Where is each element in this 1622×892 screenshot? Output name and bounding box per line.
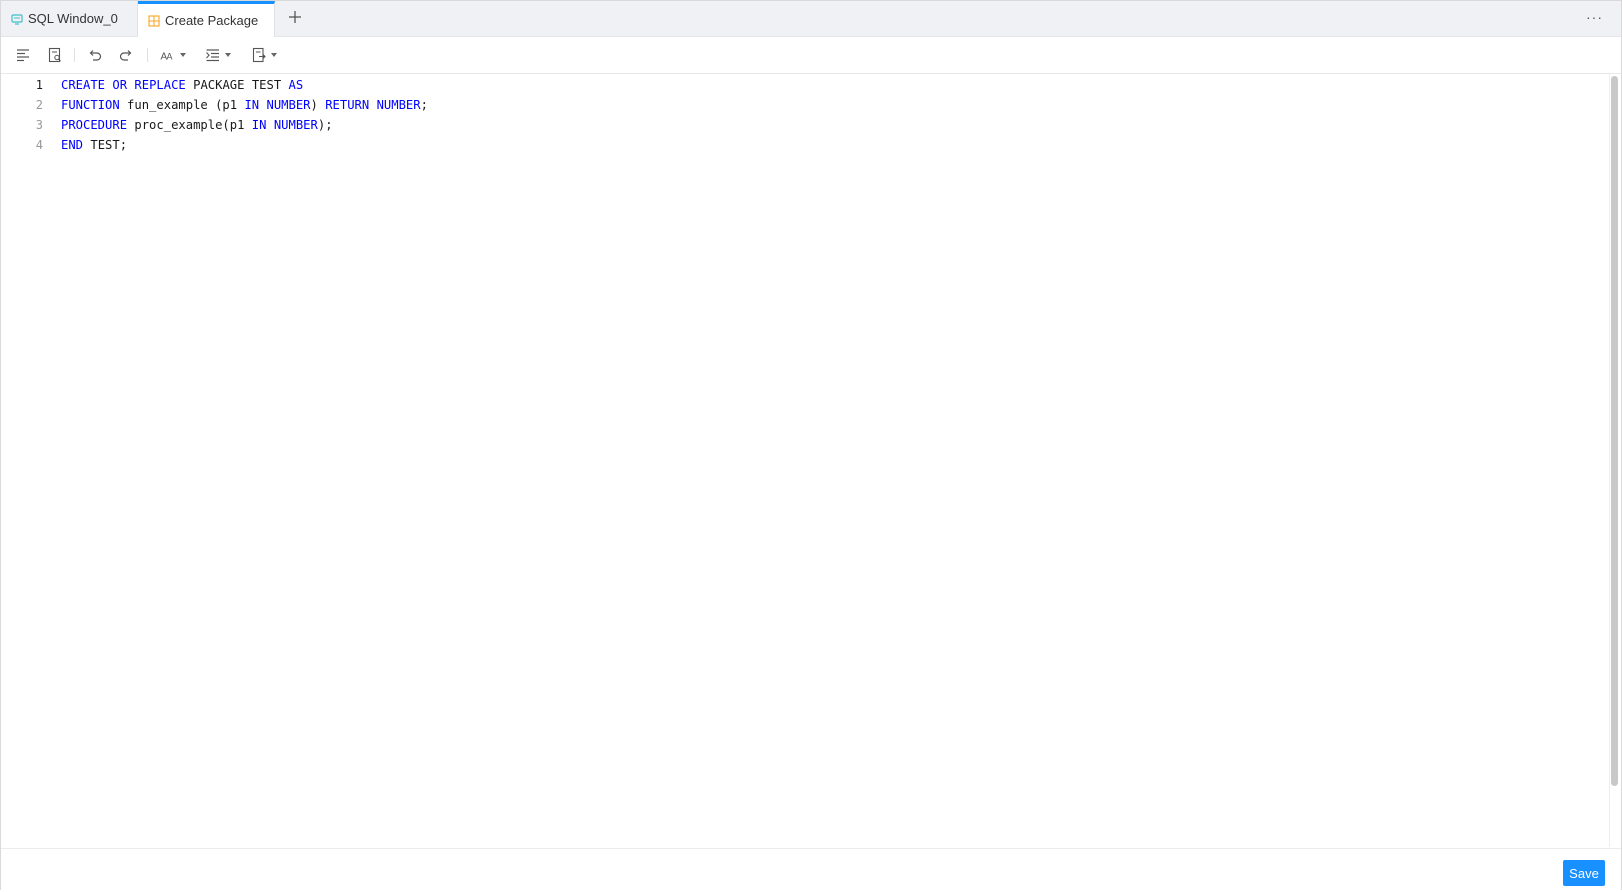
more-options-button[interactable]: ··· (1586, 9, 1603, 25)
editor-toolbar: AA (1, 37, 1621, 74)
save-button[interactable]: Save (1563, 860, 1605, 886)
indent-dropdown[interactable] (205, 45, 231, 65)
app-frame: SQL Window_0 Create Package ··· AA 1 CRE… (0, 0, 1622, 892)
tab-bar: SQL Window_0 Create Package ··· (1, 1, 1621, 37)
code-token: fun_example (p1 (119, 98, 245, 112)
redo-icon (119, 50, 132, 61)
find-button[interactable] (47, 45, 63, 65)
code-editor[interactable]: 1 CREATE OR REPLACE PACKAGE TEST AS 2 FUNCT… (1, 74, 1621, 847)
tab-create-package[interactable]: Create Package (138, 1, 275, 37)
format-icon (17, 49, 29, 62)
chevron-down-icon (225, 53, 231, 57)
tab-label: SQL Window_0 (28, 11, 118, 26)
svg-text:A: A (167, 52, 173, 62)
sql-keyword: NUMBER (266, 98, 311, 112)
code-token: PACKAGE TEST (185, 78, 289, 92)
font-case-icon: AA (161, 52, 173, 63)
toolbar-divider (74, 48, 75, 62)
code-token: TEST; (83, 138, 128, 152)
code-text: FUNCTION fun_example (p1 IN NUMBER) RETU… (61, 98, 428, 112)
code-line[interactable]: 4 END TEST; (1, 135, 127, 155)
line-number: 4 (35, 138, 43, 152)
sql-keyword: AS (288, 78, 304, 92)
sql-keyword: END (61, 138, 84, 152)
chevron-down-icon (180, 53, 186, 57)
code-line[interactable]: 1 CREATE OR REPLACE PACKAGE TEST AS (1, 75, 303, 95)
sql-keyword: IN (244, 98, 260, 112)
editor-footer: Save (1, 848, 1621, 892)
sql-keyword: OR (112, 78, 128, 92)
line-number: 2 (35, 98, 43, 112)
export-dropdown[interactable] (251, 45, 277, 65)
code-line[interactable]: 3 PROCEDURE proc_example(p1 IN NUMBER); (1, 115, 333, 135)
line-number: 1 (35, 78, 43, 92)
redo-button[interactable] (118, 45, 134, 65)
undo-button[interactable] (87, 45, 103, 65)
code-text: PROCEDURE proc_example(p1 IN NUMBER); (61, 118, 333, 132)
chevron-down-icon (271, 53, 277, 57)
sql-keyword: PROCEDURE (61, 118, 128, 132)
indent-icon (206, 49, 219, 62)
code-text: CREATE OR REPLACE PACKAGE TEST AS (61, 78, 303, 92)
code-token: ; (420, 98, 428, 112)
line-number: 3 (35, 118, 43, 132)
sql-keyword: CREATE (61, 78, 106, 92)
sql-keyword: IN (251, 118, 267, 132)
scrollbar-thumb[interactable] (1611, 76, 1618, 786)
add-tab-button[interactable] (286, 9, 304, 27)
sql-keyword: NUMBER (376, 98, 421, 112)
sql-keyword: RETURN (325, 98, 370, 112)
sql-keyword: NUMBER (273, 118, 318, 132)
plus-icon (289, 11, 301, 23)
export-icon (252, 47, 266, 63)
font-case-dropdown[interactable]: AA (160, 45, 186, 65)
format-button[interactable] (15, 45, 31, 65)
sql-keyword: REPLACE (134, 78, 186, 92)
undo-icon (89, 50, 102, 61)
code-line[interactable]: 2 FUNCTION fun_example (p1 IN NUMBER) RET… (1, 95, 428, 115)
code-text: END TEST; (61, 138, 127, 152)
sql-window-icon (11, 13, 23, 25)
toolbar-divider (147, 48, 148, 62)
tab-label: Create Package (165, 13, 259, 28)
find-icon (48, 47, 61, 63)
code-token: ) (310, 98, 326, 112)
package-icon (148, 14, 160, 27)
sql-keyword: FUNCTION (61, 98, 120, 112)
code-token: proc_example(p1 (127, 118, 252, 132)
code-token: ); (317, 118, 333, 132)
tab-sql-window[interactable]: SQL Window_0 (1, 1, 138, 36)
